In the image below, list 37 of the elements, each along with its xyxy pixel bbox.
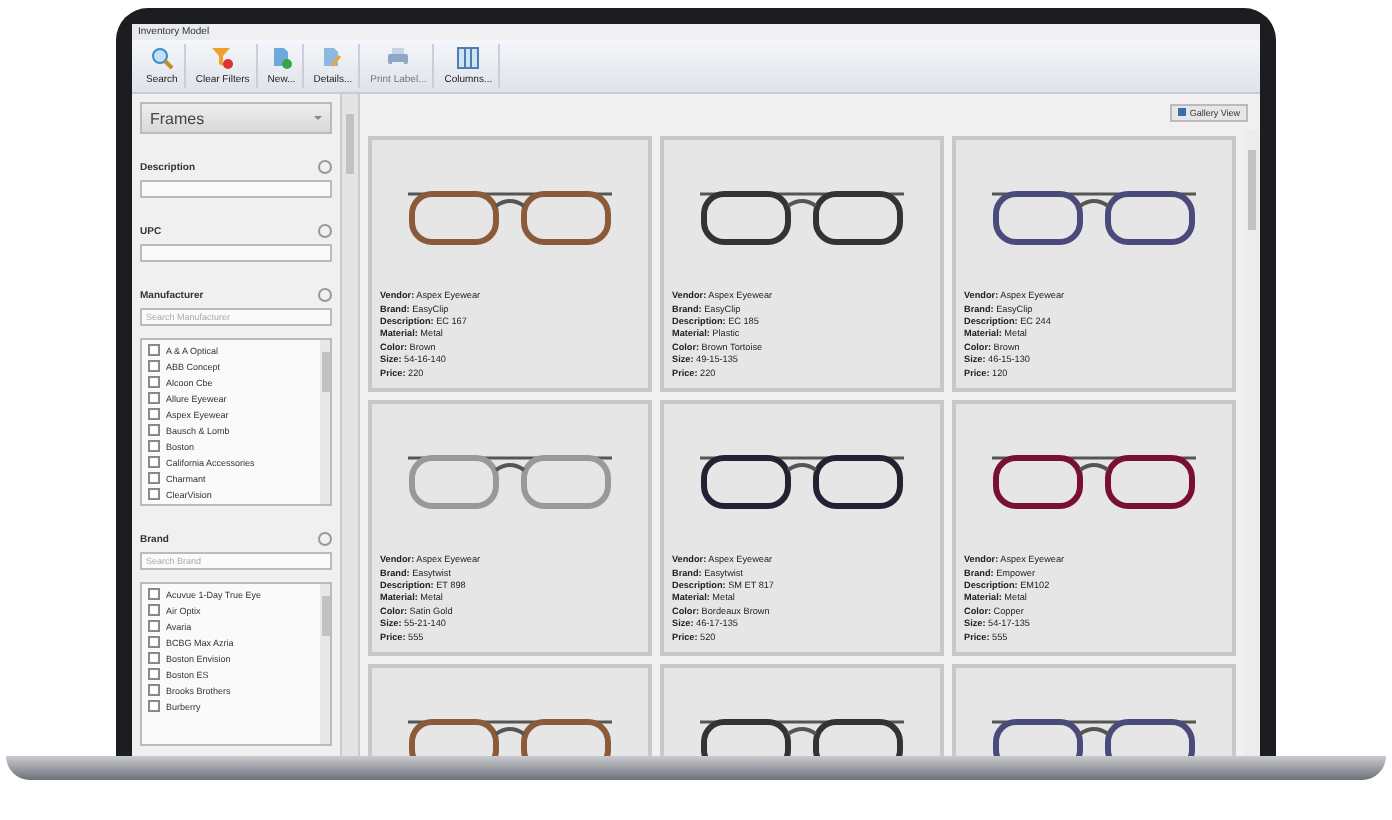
checkbox[interactable]: [148, 636, 160, 648]
checkbox[interactable]: [148, 344, 160, 356]
checkbox[interactable]: [148, 668, 160, 680]
collapse-icon[interactable]: [318, 288, 332, 302]
input-field[interactable]: [140, 244, 332, 262]
document-icon: [269, 46, 294, 70]
checkbox[interactable]: [148, 408, 160, 420]
checkbox[interactable]: [148, 456, 160, 468]
caret-icon: [314, 116, 322, 120]
collapse-icon[interactable]: [318, 532, 332, 546]
scrollbar-thumb[interactable]: [1248, 150, 1256, 230]
collapse-icon[interactable]: [318, 160, 332, 174]
scrollbar-thumb[interactable]: [321, 352, 329, 392]
checkbox[interactable]: [148, 604, 160, 616]
checkbox[interactable]: [148, 424, 160, 436]
checkbox[interactable]: [148, 440, 160, 452]
scrollbar-thumb[interactable]: [321, 596, 329, 636]
checkbox[interactable]: [148, 488, 160, 500]
checkbox[interactable]: [148, 376, 160, 388]
checkbox[interactable]: [148, 652, 160, 664]
filter-icon: [210, 46, 235, 70]
category-dropdown[interactable]: Frames: [140, 102, 332, 134]
gallery-icon: [1177, 108, 1186, 116]
printer-icon: [386, 46, 411, 70]
checkbox[interactable]: [148, 360, 160, 372]
checkbox[interactable]: [148, 392, 160, 404]
checkbox[interactable]: [148, 588, 160, 600]
input-field[interactable]: [140, 180, 332, 198]
collapse-icon[interactable]: [318, 224, 332, 238]
search-icon: [149, 46, 174, 70]
checkbox[interactable]: [148, 472, 160, 484]
scrollbar-thumb[interactable]: [346, 114, 354, 174]
checkbox[interactable]: [148, 700, 160, 712]
checkbox[interactable]: [148, 684, 160, 696]
columns-icon: [456, 46, 481, 70]
checkbox[interactable]: [148, 620, 160, 632]
document-icon: [320, 46, 345, 70]
